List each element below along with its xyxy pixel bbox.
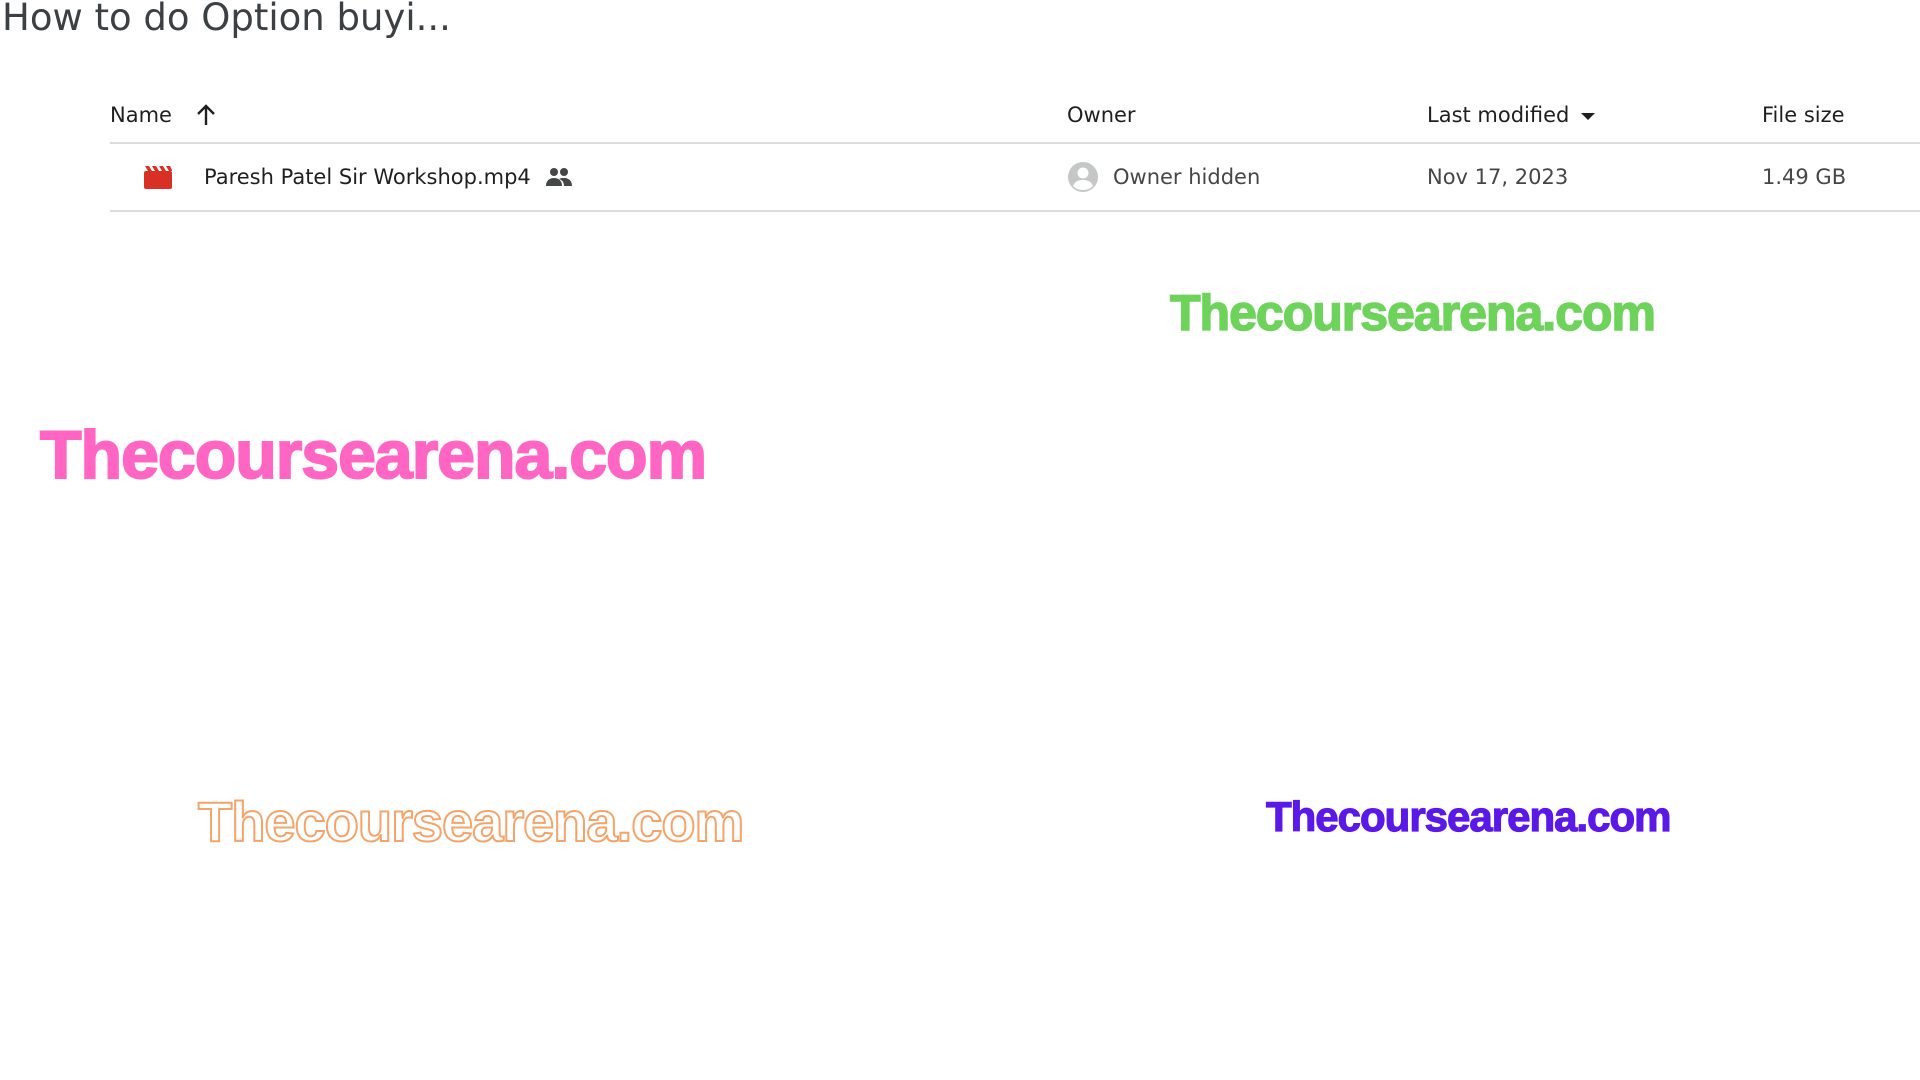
column-header-file-size[interactable]: File size xyxy=(1762,88,1845,142)
watermark-green: Thecoursearena.com xyxy=(1169,284,1656,342)
last-modified-date: Nov 17, 2023 xyxy=(1427,165,1569,189)
folder-title: How to do Option buyi... xyxy=(2,0,451,39)
watermark-orange-outline: Thecoursearena.com xyxy=(197,789,745,854)
column-header-owner[interactable]: Owner xyxy=(1067,88,1136,142)
file-size: 1.49 GB xyxy=(1762,165,1847,189)
caret-down-icon[interactable] xyxy=(1581,113,1596,120)
watermark-purple: Thecoursearena.com xyxy=(1265,792,1672,840)
owner-name: Owner hidden xyxy=(1113,165,1261,189)
arrow-up-icon[interactable] xyxy=(191,100,221,130)
people-icon xyxy=(545,167,573,187)
last-modified-cell: Nov 17, 2023 xyxy=(1427,144,1568,210)
column-header-last-modified-label: Last modified xyxy=(1427,103,1570,127)
column-header-last-modified[interactable]: Last modified xyxy=(1427,88,1596,142)
column-header-name[interactable]: Name xyxy=(110,88,221,142)
column-header-owner-label: Owner xyxy=(1067,103,1136,127)
file-name[interactable]: Paresh Patel Sir Workshop.mp4 xyxy=(204,165,531,189)
video-file-icon xyxy=(144,144,172,210)
file-size-cell: 1.49 GB xyxy=(1762,144,1846,210)
owner-cell: Owner hidden xyxy=(1067,144,1260,210)
file-list-table: Name Owner Last modified File size Pares… xyxy=(110,88,1920,212)
account-circle-icon xyxy=(1067,161,1099,193)
column-header-name-label: Name xyxy=(110,103,172,127)
file-name-cell[interactable]: Paresh Patel Sir Workshop.mp4 xyxy=(204,144,573,210)
table-row[interactable]: Paresh Patel Sir Workshop.mp4 Owner hidd… xyxy=(110,144,1920,212)
table-header-row: Name Owner Last modified File size xyxy=(110,88,1920,144)
column-header-file-size-label: File size xyxy=(1762,103,1845,127)
watermark-pink: Thecoursearena.com xyxy=(39,416,708,494)
